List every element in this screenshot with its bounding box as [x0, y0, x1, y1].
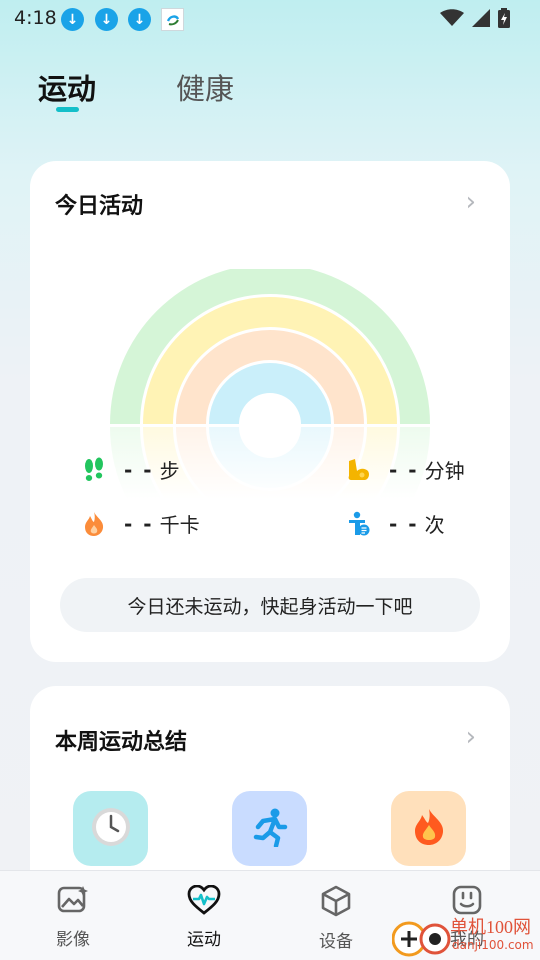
nav-label: 影像: [56, 930, 90, 950]
battery-icon: [498, 8, 510, 32]
summary-tile-calories[interactable]: [391, 791, 466, 866]
nav-item-device[interactable]: 设备: [296, 885, 376, 952]
heart-pulse-icon: [187, 884, 221, 919]
calories-value: - -: [124, 511, 154, 536]
chevron-right-icon[interactable]: ›: [466, 724, 476, 750]
steps-value: - -: [124, 457, 154, 482]
clock-icon: [90, 806, 132, 852]
summary-tile-workouts[interactable]: [232, 791, 307, 866]
chevron-right-icon[interactable]: ›: [466, 189, 476, 215]
stat-steps: - - 步: [80, 455, 180, 484]
running-icon: [250, 807, 290, 851]
card-title: 今日活动: [55, 194, 144, 219]
minutes-unit: 分钟: [424, 459, 465, 483]
flexed-arm-icon: [345, 456, 373, 484]
watermark: 单机100网 danji100.com: [392, 913, 540, 960]
flame-icon: [412, 808, 446, 850]
signal-icon: [472, 9, 490, 31]
today-activity-card[interactable]: 今日活动 › - - 步 - - 分钟 - - 千卡 - - 次 今日还未运动，…: [30, 161, 510, 662]
minutes-value: - -: [389, 457, 419, 482]
nav-item-sport[interactable]: 运动: [164, 884, 244, 950]
nav-label: 运动: [187, 930, 221, 950]
calories-unit: 千卡: [159, 513, 200, 537]
download-icon: ↓: [128, 8, 151, 31]
flame-icon: [80, 510, 108, 538]
activity-hint: 今日还未运动，快起身活动一下吧: [60, 578, 480, 632]
watermark-logo-icon: [392, 921, 451, 957]
card-title: 本周运动总结: [55, 730, 188, 755]
image-icon: [57, 885, 89, 919]
stat-times: - - 次: [345, 509, 445, 538]
tab-health[interactable]: 健康: [176, 66, 234, 108]
person-activity-icon: [345, 510, 373, 538]
cube-icon: [321, 885, 351, 921]
app-notification-icon: [161, 8, 184, 31]
summary-tile-duration[interactable]: [73, 791, 148, 866]
times-unit: 次: [424, 513, 445, 537]
stat-minutes: - - 分钟: [345, 455, 465, 484]
nav-item-media[interactable]: 影像: [33, 885, 113, 950]
tab-sport[interactable]: 运动: [38, 66, 96, 108]
watermark-text: 单机100网: [450, 917, 531, 937]
wifi-icon: [440, 9, 464, 31]
footprints-icon: [80, 456, 108, 484]
nav-label: 设备: [319, 932, 353, 952]
stat-calories: - - 千卡: [80, 509, 200, 538]
steps-unit: 步: [159, 459, 180, 483]
download-icon: ↓: [95, 8, 118, 31]
status-bar: 4:18 ↓ ↓ ↓: [0, 0, 540, 38]
watermark-url: danji100.com: [452, 938, 534, 952]
active-tab-indicator: [56, 107, 79, 112]
times-value: - -: [389, 511, 419, 536]
status-time: 4:18: [14, 7, 57, 29]
download-icon: ↓: [61, 8, 84, 31]
